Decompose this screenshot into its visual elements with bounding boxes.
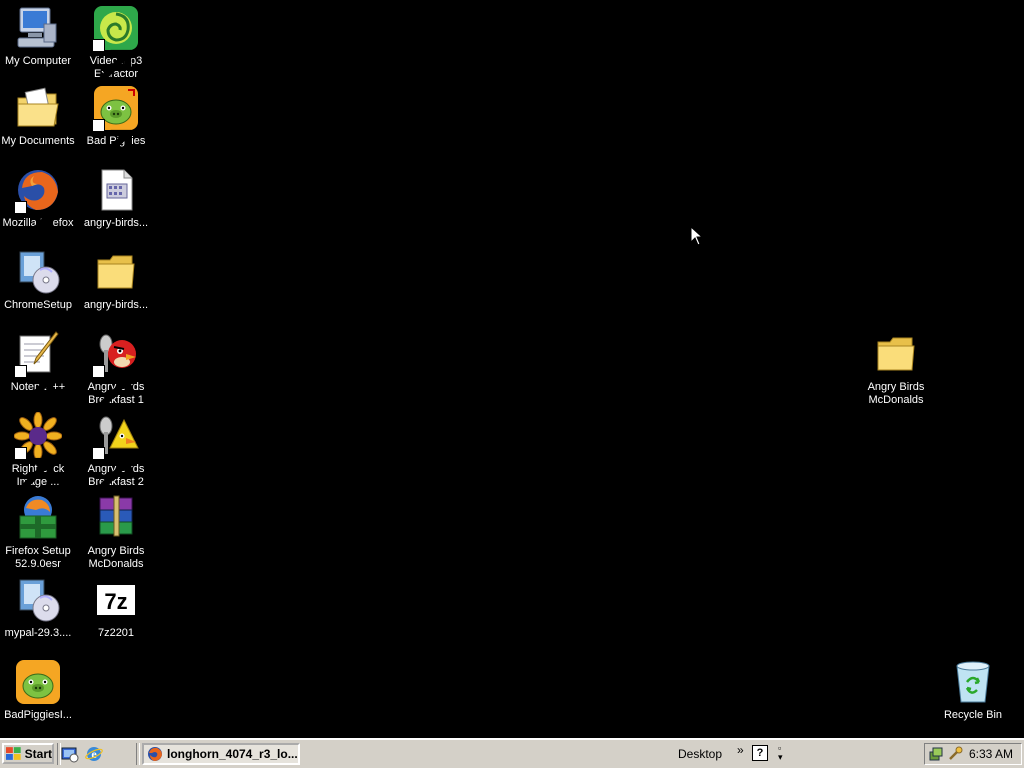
angry-birds-mcdonalds-folder-icon[interactable]: Angry Birds McDonalds: [858, 330, 934, 407]
task-button-label: longhorn_4074_r3_lo...: [167, 747, 298, 761]
shortcut-arrow-icon: [92, 365, 132, 408]
svg-text:e: e: [91, 747, 97, 761]
swirl-app-icon: [92, 4, 140, 82]
installer-cd-icon: [14, 576, 62, 624]
start-label: Start: [24, 746, 52, 761]
angry-birds-breakfast2-icon[interactable]: Angry Birds Breakfast 2: [78, 412, 154, 490]
clock[interactable]: 6:33 AM: [969, 747, 1013, 761]
yellow-bird-icon: [92, 412, 140, 490]
shortcut-arrow-icon: [92, 119, 132, 162]
7zip-icon: 7z: [92, 576, 140, 624]
taskbar-separator: [136, 743, 140, 765]
network-tray-icon[interactable]: [928, 746, 944, 762]
badpiggies-installer-icon[interactable]: BadPiggiesI...: [0, 658, 76, 722]
icon-label: angry-birds...: [83, 299, 149, 311]
right-click-image-icon[interactable]: Right Click Image ...: [0, 412, 76, 490]
firefox-icon: [148, 747, 162, 761]
notepad-icon: [14, 330, 62, 408]
documents-folder-icon: [14, 84, 62, 132]
icon-label: mypal-29.3....: [4, 627, 72, 639]
bad-piggies-pig-icon: [14, 658, 62, 706]
icon-label: angry-birds...: [83, 217, 149, 229]
help-button[interactable]: ?: [752, 745, 768, 761]
computer-icon: [14, 4, 62, 52]
toolbar-chevron-icon[interactable]: »: [737, 743, 744, 757]
angry-birds-mcdonalds-archive-icon[interactable]: Angry Birds McDonalds: [78, 494, 154, 571]
recycle-bin-icon[interactable]: Recycle Bin: [935, 658, 1011, 722]
bad-piggies-pig-icon: [92, 84, 140, 162]
shortcut-arrow-icon: [92, 447, 132, 490]
icon-label: ChromeSetup: [4, 299, 72, 311]
document-file-icon: [92, 166, 140, 214]
7z2201-icon[interactable]: 7z 7z2201: [78, 576, 154, 640]
folder-icon: [92, 248, 140, 296]
quicklaunch-show-desktop-icon[interactable]: [61, 745, 79, 763]
icon-label: My Documents: [1, 135, 75, 147]
toolbar-grip-icon[interactable]: ▫ ▾: [778, 744, 788, 764]
mozilla-firefox-icon[interactable]: Mozilla Firefox: [0, 166, 76, 244]
svg-text:7z: 7z: [104, 589, 127, 614]
folder-icon: [872, 330, 920, 378]
mypal-icon[interactable]: mypal-29.3....: [0, 576, 76, 640]
icon-label: BadPiggiesI...: [4, 709, 72, 721]
start-button[interactable]: Start: [2, 743, 54, 764]
shortcut-arrow-icon: [14, 365, 54, 408]
video-mp3-extractor-icon[interactable]: Video mp3 Extractor: [78, 4, 154, 82]
red-bird-icon: [92, 330, 140, 408]
firefox-setup-icon[interactable]: Firefox Setup 52.9.0esr: [0, 494, 76, 571]
my-computer-icon[interactable]: My Computer: [0, 4, 76, 68]
icon-label: 7z2201: [97, 627, 135, 639]
firefox-installer-icon: [14, 494, 62, 542]
icon-label: Angry Birds McDonalds: [87, 545, 145, 570]
task-button-firefox[interactable]: longhorn_4074_r3_lo...: [142, 743, 300, 765]
firefox-icon: [14, 166, 62, 244]
sunflower-icon: [14, 412, 62, 490]
my-documents-icon[interactable]: My Documents: [0, 84, 76, 148]
icon-label: Firefox Setup 52.9.0esr: [5, 545, 71, 570]
icon-label: My Computer: [4, 55, 72, 67]
desktop-toolbar-label[interactable]: Desktop: [678, 747, 722, 761]
recycle-bin-graphic-icon: [949, 658, 997, 706]
angry-birds-file-icon[interactable]: angry-birds...: [78, 166, 154, 230]
desktop[interactable]: My Computer My Documents Mozilla Firefox…: [0, 0, 1024, 738]
chrome-setup-icon[interactable]: ChromeSetup: [0, 248, 76, 312]
icon-label: Recycle Bin: [943, 709, 1003, 721]
icon-label: Angry Birds McDonalds: [867, 381, 925, 406]
angry-birds-breakfast1-icon[interactable]: Angry Birds Breakfast 1: [78, 330, 154, 408]
quicklaunch-ie-icon[interactable]: e: [85, 745, 103, 763]
installer-cd-icon: [14, 248, 62, 296]
shortcut-arrow-icon: [14, 447, 54, 490]
notepadpp-icon[interactable]: Notepad++: [0, 330, 76, 408]
shortcut-arrow-icon: [14, 201, 54, 244]
bad-piggies-icon[interactable]: Bad Piggies: [78, 84, 154, 162]
system-tray: 6:33 AM: [924, 743, 1022, 765]
taskbar: Start e longhorn_4074_r3_lo... Desktop »…: [0, 738, 1024, 768]
shortcut-arrow-icon: [92, 39, 132, 82]
tools-tray-icon[interactable]: [947, 746, 963, 762]
angry-birds-folder-icon[interactable]: angry-birds...: [78, 248, 154, 312]
mouse-pointer-icon: [690, 226, 702, 246]
windows-logo-icon: [6, 746, 21, 760]
winrar-archive-icon: [92, 494, 140, 542]
